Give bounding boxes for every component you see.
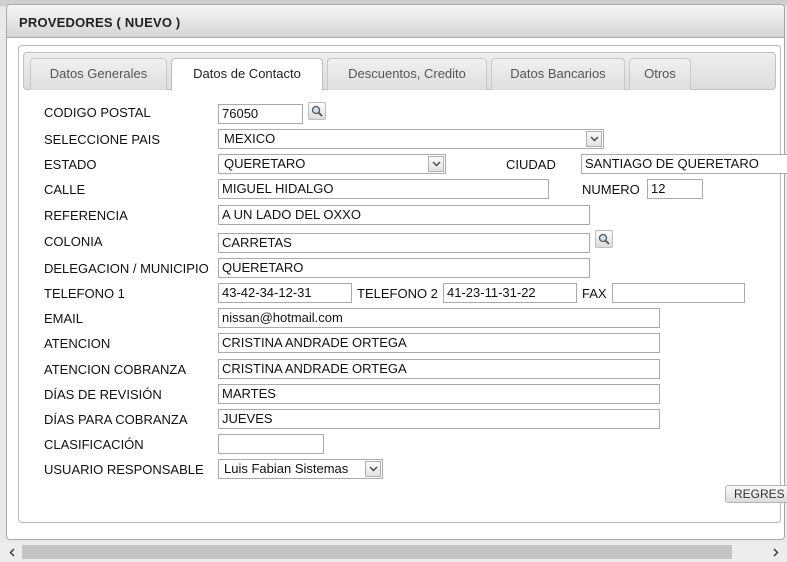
- ciudad-input[interactable]: SANTIAGO DE QUERETARO: [581, 154, 787, 174]
- usuario-select[interactable]: Luis Fabian Sistemas: [218, 459, 383, 479]
- label-dias-cobranza: DÍAS PARA COBRANZA: [44, 412, 188, 427]
- horizontal-scrollbar[interactable]: [0, 543, 787, 562]
- label-estado: ESTADO: [44, 157, 97, 172]
- colonia-search-button[interactable]: [595, 230, 613, 248]
- tab-descuentos-credito[interactable]: Descuentos, Credito: [327, 58, 487, 90]
- scrollbar-thumb[interactable]: [22, 545, 732, 559]
- label-delegacion: DELEGACION / MUNICIPIO: [44, 261, 209, 276]
- usuario-value: Luis Fabian Sistemas: [224, 461, 349, 476]
- codigo-postal-input[interactable]: 76050: [218, 104, 303, 124]
- arrow-left-icon[interactable]: [5, 546, 19, 559]
- label-email: EMAIL: [44, 311, 84, 326]
- tab-datos-bancarios[interactable]: Datos Bancarios: [491, 58, 625, 90]
- clasificacion-input[interactable]: [218, 434, 324, 454]
- fax-input[interactable]: [612, 283, 745, 303]
- label-colonia: COLONIA: [44, 234, 103, 249]
- colonia-input[interactable]: CARRETAS: [218, 233, 590, 253]
- telefono1-input[interactable]: 43-42-34-12-31: [218, 283, 352, 303]
- magnifier-icon: [311, 105, 323, 117]
- label-usuario: USUARIO RESPONSABLE: [44, 462, 204, 477]
- arrow-right-icon[interactable]: [769, 546, 783, 559]
- chevron-down-icon: [428, 156, 444, 172]
- window-title: PROVEDORES ( NUEVO ): [19, 15, 181, 30]
- referencia-input[interactable]: A UN LADO DEL OXXO: [218, 205, 590, 225]
- label-pais: SELECCIONE PAIS: [44, 132, 161, 147]
- window-titlebar: PROVEDORES ( NUEVO ): [7, 5, 784, 38]
- atencion-input[interactable]: CRISTINA ANDRADE ORTEGA: [218, 333, 660, 353]
- tab-bar: Datos Generales Datos de Contacto Descue…: [23, 52, 776, 91]
- label-telefono1: TELEFONO 1: [44, 286, 125, 301]
- numero-input[interactable]: 12: [647, 179, 703, 199]
- dias-revision-input[interactable]: MARTES: [218, 384, 660, 404]
- calle-input[interactable]: MIGUEL HIDALGO: [218, 179, 549, 199]
- email-input[interactable]: nissan@hotmail.com: [218, 308, 660, 328]
- tab-otros[interactable]: Otros: [629, 58, 691, 90]
- pais-select[interactable]: MEXICO: [218, 129, 604, 149]
- regresar-button[interactable]: REGRES: [725, 485, 787, 503]
- delegacion-input[interactable]: QUERETARO: [218, 258, 590, 278]
- telefono2-input[interactable]: 41-23-11-31-22: [443, 283, 577, 303]
- magnifier-icon: [598, 233, 610, 245]
- label-clasificacion: CLASIFICACIÓN: [44, 437, 144, 452]
- label-codigo-postal: CODIGO POSTAL: [44, 105, 151, 120]
- label-dias-revision: DÍAS DE REVISIÓN: [44, 387, 162, 402]
- tab-datos-de-contacto[interactable]: Datos de Contacto: [171, 58, 323, 91]
- atencion-cobranza-input[interactable]: CRISTINA ANDRADE ORTEGA: [218, 359, 660, 379]
- chevron-down-icon: [365, 461, 381, 477]
- dias-cobranza-input[interactable]: JUEVES: [218, 409, 660, 429]
- codigo-postal-search-button[interactable]: [308, 102, 326, 120]
- label-calle: CALLE: [44, 182, 86, 197]
- pais-value: MEXICO: [224, 131, 276, 146]
- label-referencia: REFERENCIA: [44, 208, 128, 223]
- label-ciudad: CIUDAD: [506, 157, 556, 172]
- estado-select[interactable]: QUERETARO: [218, 154, 446, 174]
- label-numero: NUMERO: [582, 182, 640, 197]
- tab-datos-generales[interactable]: Datos Generales: [30, 58, 167, 90]
- chevron-down-icon: [586, 131, 602, 147]
- label-telefono2: TELEFONO 2: [357, 286, 438, 301]
- label-fax: FAX: [582, 286, 607, 301]
- estado-value: QUERETARO: [224, 156, 306, 171]
- label-atencion-cobranza: ATENCION COBRANZA: [44, 362, 187, 377]
- label-atencion: ATENCION: [44, 336, 111, 351]
